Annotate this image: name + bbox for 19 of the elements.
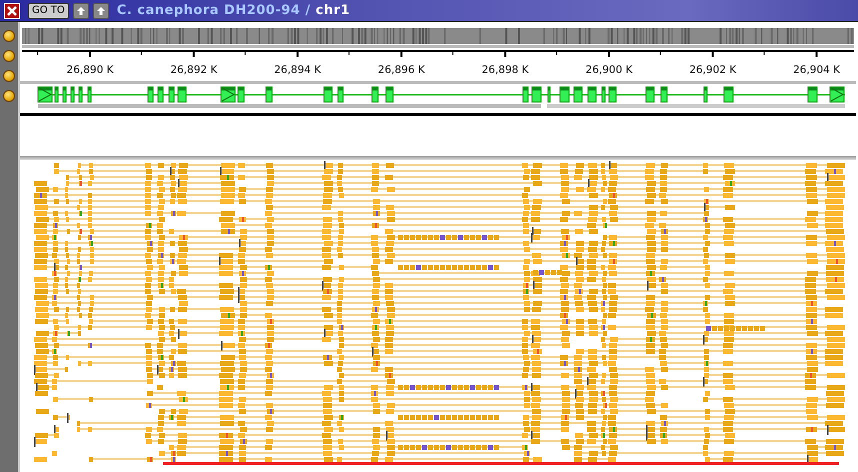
ruler-label: 26,902 K: [689, 63, 736, 78]
ruler-label: 26,896 K: [378, 63, 425, 78]
up-arrow-button[interactable]: [72, 2, 89, 18]
close-button[interactable]: [4, 2, 20, 18]
track-toggle-button[interactable]: [3, 90, 15, 102]
up-arrow-button[interactable]: [92, 2, 109, 18]
ruler-label: 26,890 K: [66, 63, 114, 78]
ruler-label: 26,904 K: [793, 63, 840, 78]
up-arrow-icon: [96, 6, 106, 16]
track-toggle-button[interactable]: [3, 50, 15, 62]
window-title: C. canephora DH200-94 / chr1: [116, 2, 350, 20]
track-toggle-button[interactable]: [3, 30, 15, 42]
track-toggle-button[interactable]: [3, 70, 15, 82]
goto-button[interactable]: GO TO: [28, 2, 69, 18]
ruler-label: 26,900 K: [586, 63, 632, 78]
ruler-label: 26,894 K: [274, 63, 322, 78]
ruler-label: 26,892 K: [170, 63, 218, 78]
ruler-label: 26,898 K: [482, 63, 529, 78]
up-arrow-icon: [76, 6, 86, 16]
